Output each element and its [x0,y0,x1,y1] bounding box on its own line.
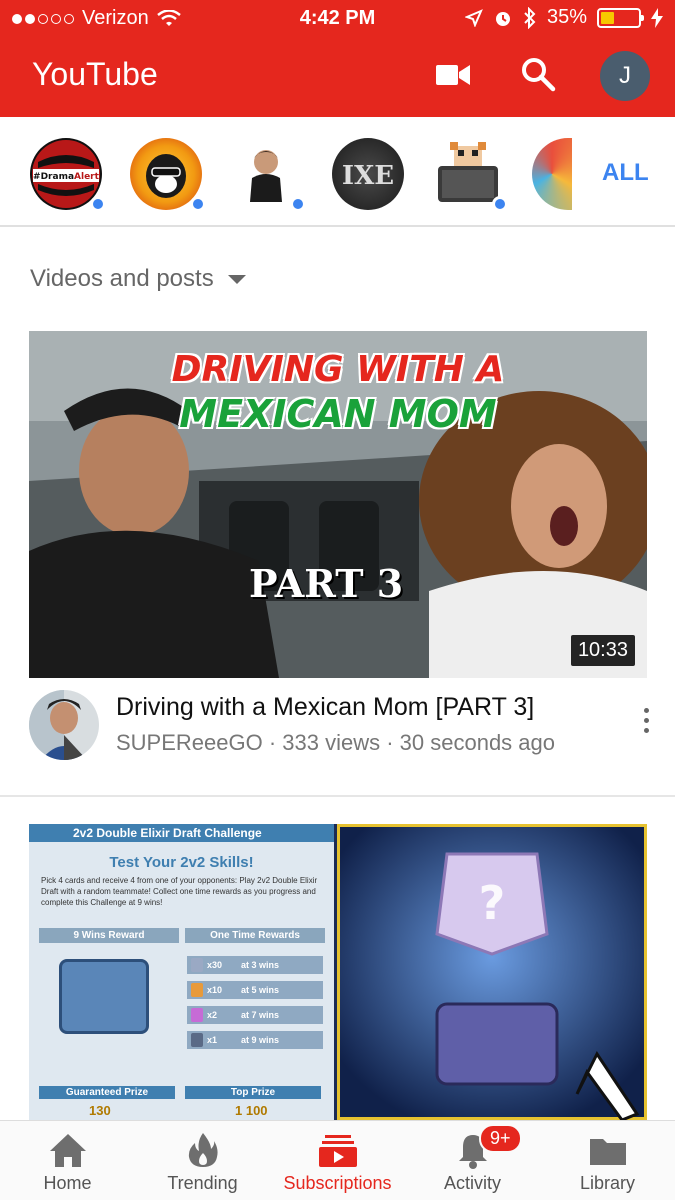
reward-at: at 7 wins [241,1010,280,1020]
thumbnail-part-label: PART 3 [249,561,404,606]
video-meta: Driving with a Mexican Mom [PART 3] SUPE… [29,690,649,770]
search-icon[interactable] [520,56,556,92]
chest-reveal-art: ? [337,824,647,1120]
reward-at: at 9 wins [241,1035,280,1045]
home-icon [49,1134,86,1167]
channel-strip: #DramaAlert IXE ALL [0,117,675,227]
bottom-navigation: Home Trending Subscriptions 9+ Activity … [0,1120,675,1200]
battery-icon [597,7,644,28]
reward-at: at 5 wins [241,985,280,995]
video-subtitle: SUPEReeeGO · 333 views · 30 seconds ago [116,730,556,755]
ixe-logo: IXE [342,161,394,191]
reward-row: x10 at 5 wins [187,981,323,999]
reward-qty: x30 [207,960,223,970]
tab-label: Subscriptions [283,1173,392,1193]
guaranteed-prize-value: 130 [89,1103,111,1118]
top-bar: Verizon 4:42 PM 35% YouTube J [0,0,675,117]
top-prize-label: Top Prize [185,1086,321,1099]
new-content-dot [290,196,306,212]
reward-row: x2 at 7 wins [187,1006,323,1024]
challenge-header: 2v2 Double Elixir Draft Challenge [29,824,334,842]
new-content-dot [90,196,106,212]
rewards-list: x30 at 3 wins x10 at 5 wins x2 at 7 wins x1 at … [187,956,323,1056]
video-thumbnail[interactable]: DRIVING WITH A MEXICAN MOM PART 3 10:33 [29,331,647,678]
tab-home[interactable]: Home [0,1121,135,1200]
reward-card-icon [191,1033,203,1047]
reward-row: x1 at 9 wins [187,1031,323,1049]
divider [0,795,675,797]
new-content-dot [190,196,206,212]
chest-image [59,959,149,1034]
svg-text:#DramaAlert: #DramaAlert [33,172,100,182]
reward-card-icon [191,958,203,972]
subscriptions-icon [318,1135,357,1167]
bluetooth-icon [524,6,536,29]
challenge-body: Pick 4 cards and receive 4 from one of y… [41,876,318,907]
tab-trending[interactable]: Trending [135,1121,270,1200]
thumbnail-title-block: DRIVING WITH A MEXICAN MOM [29,349,647,436]
dropdown-caret-icon [227,274,246,284]
tab-library[interactable]: Library [540,1121,675,1200]
reward-qty: x2 [207,1010,218,1020]
thumbnail-title-line2: MEXICAN MOM [179,392,497,436]
location-arrow-icon [464,8,483,27]
filter-label: Videos and posts [30,265,214,292]
battery-percent: 35% [546,6,587,28]
app-bar: YouTube J [0,38,675,117]
guaranteed-prize-label: Guaranteed Prize [39,1086,175,1099]
tab-label: Home [43,1173,92,1193]
channel-avatar[interactable] [29,690,99,760]
content-filter-dropdown[interactable]: Videos and posts [30,265,246,293]
notification-badge: 9+ [479,1124,522,1153]
charging-bolt-icon [651,7,663,28]
channel-avatar-drama-alert[interactable]: #DramaAlert [30,138,106,212]
channel-avatar-monkey[interactable] [130,138,206,212]
new-content-dot [492,196,508,212]
reward-qty: x10 [207,985,223,995]
top-prize-value: 1 100 [235,1103,268,1118]
reward-at: at 3 wins [241,960,280,970]
flame-icon [188,1133,218,1167]
svg-text:?: ? [479,876,506,930]
one-time-rewards-label: One Time Rewards [185,928,325,943]
alarm-clock-icon [495,11,510,26]
video-title[interactable]: Driving with a Mexican Mom [PART 3] [116,693,534,722]
status-right: 35% [464,6,663,29]
more-options-icon[interactable] [641,708,651,733]
superego-avatar-art [29,690,99,760]
reward-row: x30 at 3 wins [187,956,323,974]
reward-card-icon [191,1008,203,1022]
thumbnail-title-line1: DRIVING WITH A [171,349,505,390]
tab-label: Trending [167,1173,238,1193]
all-channels-button[interactable]: ALL [602,159,649,187]
channel-avatar-ixe[interactable]: IXE [332,138,404,210]
svg-text:IXE: IXE [342,161,394,191]
app-title: YouTube [32,56,158,92]
tab-label: Activity [443,1173,501,1193]
status-bar: Verizon 4:42 PM 35% [0,0,675,38]
tab-subscriptions[interactable]: Subscriptions [270,1121,405,1200]
account-avatar[interactable]: J [600,51,650,101]
reward-card-icon [191,983,203,997]
channel-avatar-colorful[interactable] [532,138,572,210]
video-duration: 10:33 [570,635,635,666]
video-thumbnail[interactable]: 2v2 Double Elixir Draft Challenge Test Y… [29,824,647,1120]
video-camera-icon[interactable] [436,62,470,88]
wins-reward-label: 9 Wins Reward [39,928,179,943]
folder-icon [589,1139,626,1165]
channel-avatar-person[interactable] [230,138,306,212]
reward-qty: x1 [207,1035,218,1045]
tab-label: Library [579,1173,636,1193]
channel-avatar-pixel-cat[interactable] [432,138,508,212]
challenge-panel: 2v2 Double Elixir Draft Challenge Test Y… [29,824,334,1120]
tab-activity[interactable]: 9+ Activity [405,1121,540,1200]
challenge-heading: Test Your 2v2 Skills! [109,854,254,871]
